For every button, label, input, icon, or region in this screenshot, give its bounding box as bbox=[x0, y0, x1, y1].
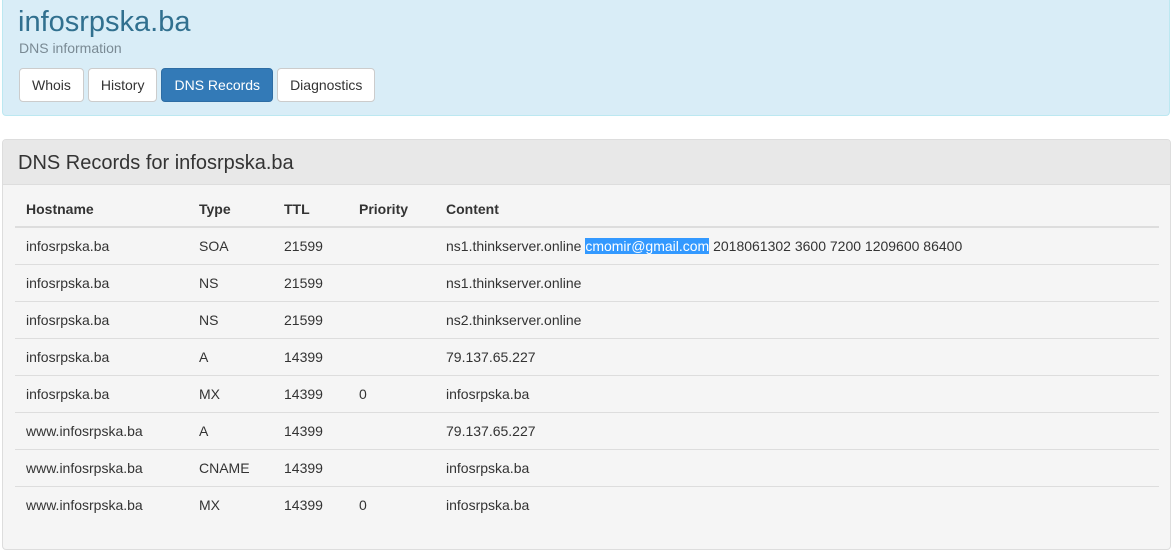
column-header-type: Type bbox=[188, 192, 273, 228]
cell-priority: 0 bbox=[348, 485, 435, 523]
tab-whois[interactable]: Whois bbox=[19, 68, 84, 102]
cell-priority bbox=[348, 300, 435, 338]
tab-dns-records[interactable]: DNS Records bbox=[161, 68, 274, 102]
content-text: ns2.thinkserver.online bbox=[446, 311, 582, 328]
table-row: infosrpska.ba NS 21599 ns1.thinkserver.onli… bbox=[15, 263, 1159, 301]
cell-type: MX bbox=[188, 374, 273, 412]
content-text: infosrpska.ba bbox=[446, 459, 530, 476]
cell-hostname: infosrpska.ba bbox=[15, 300, 188, 338]
column-header-hostname: Hostname bbox=[15, 192, 188, 228]
column-header-priority: Priority bbox=[348, 192, 435, 228]
cell-hostname: www.infosrpska.ba bbox=[15, 411, 188, 449]
cell-type: NS bbox=[188, 263, 273, 301]
cell-type: NS bbox=[188, 300, 273, 338]
content-text: infosrpska.ba bbox=[446, 496, 530, 513]
site-subtitle: DNS information bbox=[19, 40, 122, 56]
cell-ttl: 21599 bbox=[273, 300, 348, 338]
cell-content: infosrpska.ba bbox=[435, 374, 1159, 412]
panel-heading: DNS Records for infosrpska.ba bbox=[3, 140, 1170, 185]
cell-ttl: 14399 bbox=[273, 374, 348, 412]
cell-type: MX bbox=[188, 485, 273, 523]
cell-content: 79.137.65.227 bbox=[435, 337, 1159, 375]
tab-bar: Whois History DNS Records Diagnostics bbox=[19, 68, 376, 102]
content-text: infosrpska.ba bbox=[446, 385, 530, 402]
content-text: 79.137.65.227 bbox=[446, 348, 536, 365]
cell-type: CNAME bbox=[188, 448, 273, 486]
cell-priority bbox=[348, 227, 435, 264]
cell-priority bbox=[348, 411, 435, 449]
cell-ttl: 21599 bbox=[273, 263, 348, 301]
table-row: infosrpska.ba MX 14399 0 infosrpska.ba bbox=[15, 374, 1159, 412]
content-text: ns1.thinkserver.online bbox=[446, 274, 582, 291]
table-row: www.infosrpska.ba A 14399 79.137.65.227 bbox=[15, 411, 1159, 449]
cell-type: SOA bbox=[199, 237, 229, 254]
table-header-row: Hostname Type TTL Priority Content bbox=[15, 192, 1159, 228]
table-row: infosrpska.ba NS 21599 ns2.thinkserver.onli… bbox=[15, 300, 1159, 338]
table-row: www.infosrpska.ba MX 14399 0 infosrpska.ba bbox=[15, 485, 1159, 523]
cell-hostname: infosrpska.ba bbox=[15, 337, 188, 375]
dns-records-table: Hostname Type TTL Priority Content infos… bbox=[15, 192, 1159, 523]
site-header: infosrpska.ba DNS information Whois Hist… bbox=[2, 0, 1170, 116]
cell-ttl: 14399 bbox=[273, 485, 348, 523]
table-row: infosrpska.ba SOA 21599 ns1.thinkserver.onl… bbox=[15, 227, 1159, 264]
cell-hostname: www.infosrpska.ba bbox=[15, 448, 188, 486]
cell-content: ns1.thinkserver.online cmomir@gmail.com … bbox=[435, 227, 1159, 264]
tab-diagnostics[interactable]: Diagnostics bbox=[277, 68, 376, 102]
cell-content: 79.137.65.227 bbox=[435, 411, 1159, 449]
cell-priority bbox=[348, 263, 435, 301]
table-body: infosrpska.ba SOA 21599 ns1.thinkserver.onl… bbox=[15, 227, 1159, 523]
cell-type: A bbox=[188, 337, 273, 375]
cell-hostname: infosrpska.ba bbox=[26, 237, 110, 254]
cell-content: ns1.thinkserver.online bbox=[435, 263, 1159, 301]
cell-content: infosrpska.ba bbox=[435, 485, 1159, 523]
cell-ttl: 14399 bbox=[273, 337, 348, 375]
cell-ttl: 14399 bbox=[273, 448, 348, 486]
table-row: infosrpska.ba A 14399 79.137.65.227 bbox=[15, 337, 1159, 375]
tab-history[interactable]: History bbox=[87, 68, 158, 102]
cell-ttl: 14399 bbox=[273, 411, 348, 449]
cell-priority bbox=[348, 448, 435, 486]
cell-content: infosrpska.ba bbox=[435, 448, 1159, 486]
cell-hostname: infosrpska.ba bbox=[15, 374, 188, 412]
content-text: 2018061302 3600 7200 1209600 86400 bbox=[709, 237, 963, 254]
cell-priority: 0 bbox=[348, 374, 435, 412]
cell-content: ns2.thinkserver.online bbox=[435, 300, 1159, 338]
column-header-ttl: TTL bbox=[273, 192, 348, 228]
cell-hostname: www.infosrpska.ba bbox=[15, 485, 188, 523]
table-row: www.infosrpska.ba CNAME 14399 infosrpska.ba bbox=[15, 448, 1159, 486]
selected-text: cmomir@gmail.com bbox=[585, 237, 710, 254]
content-text: 79.137.65.227 bbox=[446, 422, 536, 439]
cell-ttl: 21599 bbox=[284, 237, 323, 254]
cell-type: A bbox=[188, 411, 273, 449]
cell-hostname: infosrpska.ba bbox=[15, 263, 188, 301]
cell-priority bbox=[348, 337, 435, 375]
content-text: ns1.thinkserver.online bbox=[446, 237, 586, 254]
dns-records-panel: DNS Records for infosrpska.ba Hostname T… bbox=[2, 139, 1171, 550]
site-title[interactable]: infosrpska.ba bbox=[18, 5, 191, 39]
column-header-content: Content bbox=[435, 192, 1159, 228]
